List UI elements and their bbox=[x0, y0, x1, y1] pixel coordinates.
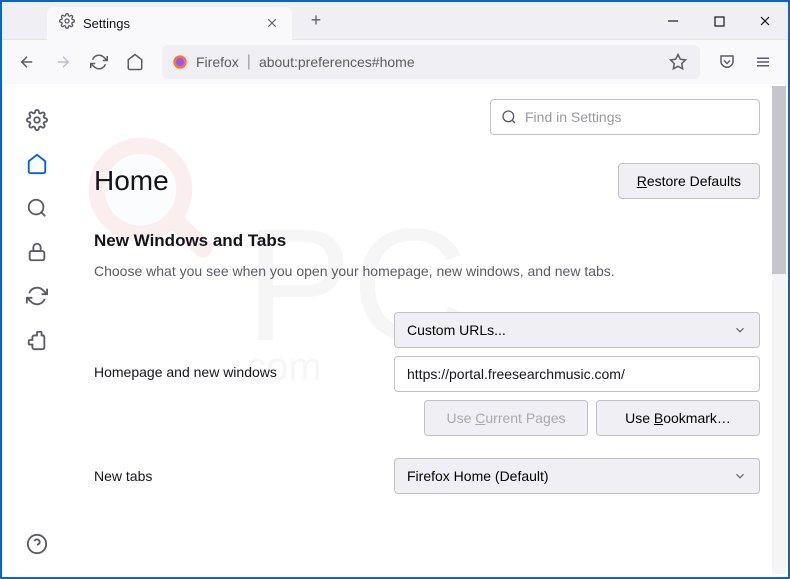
sidebar-item-home[interactable] bbox=[16, 143, 58, 185]
restore-defaults-button[interactable]: Restore Defaults bbox=[618, 163, 760, 199]
homepage-mode-select[interactable]: Custom URLs... bbox=[394, 312, 760, 348]
home-toolbar-button[interactable] bbox=[118, 45, 152, 79]
back-button[interactable] bbox=[10, 45, 44, 79]
sidebar-item-search[interactable] bbox=[16, 187, 58, 229]
reload-button[interactable] bbox=[82, 45, 116, 79]
homepage-mode-value: Custom URLs... bbox=[407, 322, 506, 338]
newtabs-mode-value: Firefox Home (Default) bbox=[407, 468, 549, 484]
newtabs-label: New tabs bbox=[94, 468, 374, 484]
homepage-url-value: https://portal.freesearchmusic.com/ bbox=[407, 366, 625, 382]
sidebar-item-extensions[interactable] bbox=[16, 319, 58, 361]
chevron-down-icon bbox=[733, 323, 747, 337]
section-description: Choose what you see when you open your h… bbox=[94, 261, 760, 282]
maximize-button[interactable] bbox=[696, 2, 742, 40]
scrollbar-thumb[interactable] bbox=[772, 86, 786, 274]
bookmark-star-icon[interactable] bbox=[666, 50, 690, 74]
forward-button[interactable] bbox=[46, 45, 80, 79]
homepage-label: Homepage and new windows bbox=[94, 356, 374, 380]
url-bar[interactable]: Firefox | about:preferences#home bbox=[162, 45, 700, 79]
search-placeholder: Find in Settings bbox=[525, 109, 622, 125]
close-tab-icon[interactable] bbox=[264, 15, 280, 31]
section-title: New Windows and Tabs bbox=[94, 231, 760, 251]
browser-tab[interactable]: Settings bbox=[47, 7, 292, 40]
chevron-down-icon bbox=[733, 469, 747, 483]
url-text: about:preferences#home bbox=[259, 54, 658, 70]
close-window-button[interactable] bbox=[742, 2, 788, 40]
gear-icon bbox=[59, 13, 75, 34]
sidebar-item-sync[interactable] bbox=[16, 275, 58, 317]
use-bookmark-button[interactable]: Use Bookmark… bbox=[596, 400, 760, 436]
preferences-sidebar bbox=[2, 84, 72, 577]
pocket-icon[interactable] bbox=[710, 45, 744, 79]
sidebar-item-privacy[interactable] bbox=[16, 231, 58, 273]
sidebar-item-general[interactable] bbox=[16, 99, 58, 141]
url-identity: Firefox bbox=[196, 54, 239, 70]
tab-title: Settings bbox=[83, 16, 256, 31]
page-heading: Home bbox=[94, 165, 169, 197]
sidebar-item-help[interactable] bbox=[16, 523, 58, 565]
new-tab-button[interactable]: + bbox=[302, 7, 330, 35]
homepage-url-input[interactable]: https://portal.freesearchmusic.com/ bbox=[394, 356, 760, 392]
firefox-logo-icon bbox=[172, 54, 188, 70]
content-scrollbar[interactable] bbox=[772, 86, 786, 574]
use-current-pages-button[interactable]: Use Current Pages bbox=[424, 400, 588, 436]
app-menu-button[interactable] bbox=[746, 45, 780, 79]
settings-search-input[interactable]: Find in Settings bbox=[490, 99, 760, 135]
minimize-button[interactable] bbox=[650, 2, 696, 40]
newtabs-mode-select[interactable]: Firefox Home (Default) bbox=[394, 458, 760, 494]
search-icon bbox=[501, 109, 517, 125]
url-separator: | bbox=[247, 53, 251, 71]
